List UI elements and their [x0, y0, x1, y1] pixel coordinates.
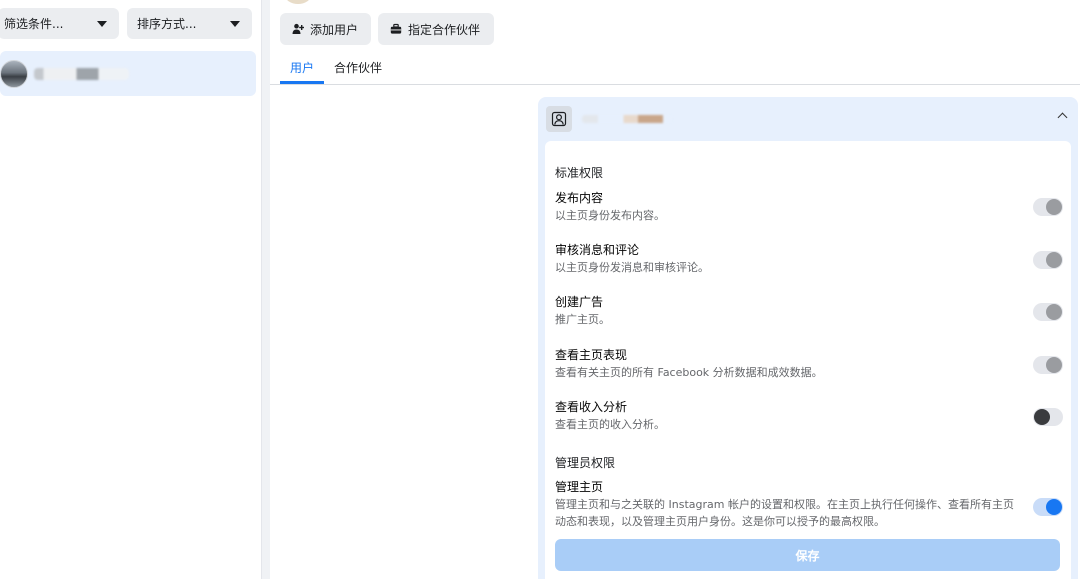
create-ads-toggle[interactable] — [1033, 303, 1063, 321]
toggle-knob — [1046, 199, 1062, 215]
publish-content-toggle[interactable] — [1033, 198, 1063, 216]
permission-title: 管理主页 — [555, 480, 604, 494]
tabs-divider — [270, 84, 1080, 85]
chevron-up-icon[interactable] — [1057, 112, 1068, 123]
permission-desc: 查看有关主页的所有 Facebook 分析数据和成效数据。 — [555, 366, 823, 379]
manage-page-toggle[interactable] — [1033, 498, 1063, 516]
permission-title: 创建广告 — [555, 295, 604, 309]
add-person-icon — [292, 23, 304, 34]
avatar — [0, 59, 28, 88]
permission-desc: 以主页身份发消息和审核评论。 — [555, 261, 709, 274]
standard-permissions-title: 标准权限 — [555, 166, 604, 180]
permission-desc: 查看主页的收入分析。 — [555, 418, 665, 431]
toggle-knob — [1046, 304, 1062, 320]
sort-dropdown[interactable]: 排序方式... — [127, 8, 252, 39]
toggle-knob — [1046, 499, 1062, 515]
panel-gap — [262, 0, 270, 579]
permission-card-header[interactable] — [538, 97, 1078, 141]
toggle-knob — [1046, 357, 1062, 373]
toggle-knob — [1046, 252, 1062, 268]
permission-desc: 以主页身份发布内容。 — [555, 209, 665, 222]
person-badge-icon — [546, 106, 572, 132]
admin-permissions-title: 管理员权限 — [555, 456, 616, 470]
filter-dropdown[interactable]: 筛选条件... — [0, 8, 119, 39]
toggle-knob — [1034, 409, 1050, 425]
moderate-messages-toggle[interactable] — [1033, 251, 1063, 269]
permission-list: 标准权限 发布内容 以主页身份发布内容。 审核消息和评论 以主页身份发消息和审核… — [545, 141, 1071, 579]
permission-title: 发布内容 — [555, 191, 604, 205]
briefcase-icon — [390, 23, 402, 34]
user-list-item[interactable] — [0, 51, 256, 96]
sort-dropdown-label: 排序方式... — [137, 17, 197, 31]
add-user-label: 添加用户 — [310, 22, 359, 37]
view-revenue-toggle[interactable] — [1033, 408, 1063, 426]
filter-dropdown-label: 筛选条件... — [4, 17, 64, 31]
caret-down-icon — [97, 20, 107, 27]
permission-desc: 推广主页。 — [555, 313, 610, 326]
assign-partner-button[interactable]: 指定合作伙伴 — [378, 13, 494, 45]
sidebar: 筛选条件... 排序方式... — [0, 0, 262, 579]
redacted-user-name — [34, 67, 129, 80]
caret-down-icon — [230, 20, 240, 27]
add-user-button[interactable]: 添加用户 — [280, 13, 371, 45]
assign-partner-label: 指定合作伙伴 — [408, 22, 481, 37]
redacted-user-name — [582, 115, 672, 123]
page-avatar — [285, 0, 311, 4]
tab-partners[interactable]: 合作伙伴 — [324, 56, 392, 84]
permission-title: 查看收入分析 — [555, 400, 628, 414]
tab-users[interactable]: 用户 — [280, 56, 325, 84]
save-button[interactable]: 保存 — [555, 539, 1060, 571]
view-insights-toggle[interactable] — [1033, 356, 1063, 374]
tab-bar: 用户 合作伙伴 — [280, 56, 392, 84]
permission-card: 标准权限 发布内容 以主页身份发布内容。 审核消息和评论 以主页身份发消息和审核… — [538, 97, 1078, 579]
main-panel: 添加用户 指定合作伙伴 用户 合作伙伴 标准权限 发布内容 以主页身份发布内容。… — [270, 0, 1080, 579]
permission-title: 查看主页表现 — [555, 348, 628, 362]
permission-title: 审核消息和评论 — [555, 243, 640, 257]
permission-desc: 管理主页和与之关联的 Instagram 帐户的设置和权限。在主页上执行任何操作… — [555, 498, 1014, 528]
